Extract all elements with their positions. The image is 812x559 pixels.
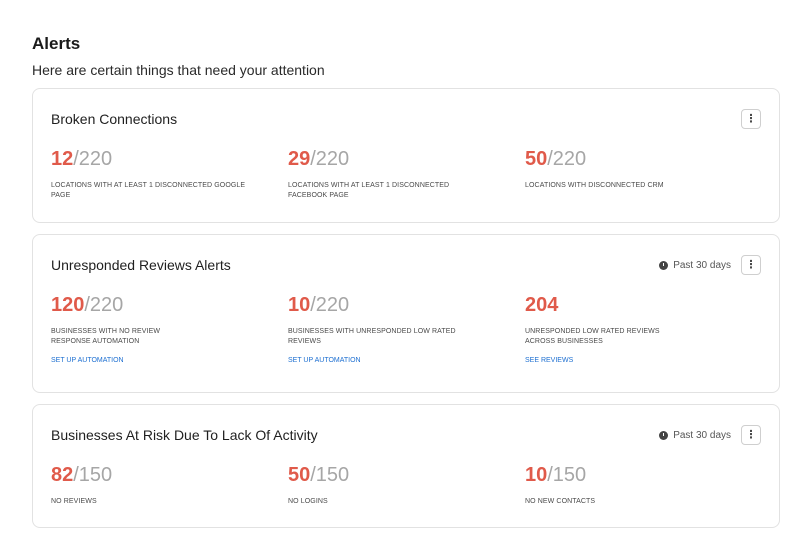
metric-crm-disconnected: 50/220 LOCATIONS WITH DISCONNECTED CRM: [525, 147, 725, 191]
metric-no-review-automation: 120/220 BUSINESSES WITH NO REVIEW RESPON…: [51, 293, 251, 367]
metric-no-logins: 50/150 NO LOGINS: [288, 463, 488, 507]
metric-value: 10/150: [525, 463, 725, 487]
see-reviews-link[interactable]: SEE REVIEWS: [525, 357, 573, 364]
more-options-button[interactable]: ⋮: [741, 109, 761, 129]
metric-count: 50: [525, 148, 548, 170]
clock-icon: [659, 430, 669, 440]
metric-value: 29/220: [288, 147, 488, 171]
metric-description: NO REVIEWS: [51, 498, 97, 505]
metric-count: 50: [288, 464, 311, 486]
metric-description: NO LOGINS: [288, 498, 328, 505]
card-title: Unresponded Reviews Alerts: [51, 257, 231, 273]
metric-count: 12: [51, 148, 74, 170]
metric-count: 29: [288, 148, 311, 170]
vertical-ellipsis-icon: ⋮: [745, 428, 757, 441]
metric-facebook-disconnected: 29/220 LOCATIONS WITH AT LEAST 1 DISCONN…: [288, 147, 488, 201]
page-title: Alerts: [32, 34, 81, 53]
metric-value: 82/150: [51, 463, 251, 487]
metric-unresponded-low-rated: 10/220 BUSINESSES WITH UNRESPONDED LOW R…: [288, 293, 488, 367]
card-title: Broken Connections: [51, 111, 178, 127]
period-label: Past 30 days: [673, 259, 731, 271]
metric-count: 82: [51, 464, 74, 486]
metric-description: BUSINESSES WITH NO REVIEW RESPONSE AUTOM…: [51, 328, 161, 345]
vertical-ellipsis-icon: ⋮: [745, 258, 757, 271]
more-options-button[interactable]: ⋮: [741, 255, 761, 275]
card-header: Broken Connections ⋮: [51, 107, 761, 131]
alerts-page: Alerts Here are certain things that need…: [0, 0, 812, 559]
metric-total: /220: [84, 294, 124, 316]
metric-total: /220: [310, 294, 350, 316]
metric-no-new-contacts: 10/150 NO NEW CONTACTS: [525, 463, 725, 507]
card-header: Unresponded Reviews Alerts Past 30 days …: [51, 253, 761, 277]
metric-value: 10/220: [288, 293, 488, 317]
metric-description: BUSINESSES WITH UNRESPONDED LOW RATED RE…: [288, 328, 456, 345]
period-label: Past 30 days: [673, 429, 731, 441]
metric-description: LOCATIONS WITH DISCONNECTED CRM: [525, 182, 664, 189]
metric-count: 120: [51, 294, 85, 316]
vertical-ellipsis-icon: ⋮: [745, 112, 757, 125]
metric-value: 204: [525, 293, 725, 317]
metric-description: UNRESPONDED LOW RATED REVIEWS ACROSS BUS…: [525, 328, 660, 345]
metric-description: NO NEW CONTACTS: [525, 498, 596, 505]
businesses-at-risk-card: Businesses At Risk Due To Lack Of Activi…: [32, 404, 780, 528]
metric-total: /150: [547, 464, 587, 486]
metric-count: 10: [525, 464, 548, 486]
broken-connections-card: Broken Connections ⋮ 12/220 LOCATIONS WI…: [32, 88, 780, 223]
metric-total: /220: [73, 148, 113, 170]
metric-total: /220: [547, 148, 587, 170]
metric-total: /150: [310, 464, 350, 486]
metric-low-rated-reviews: 204 UNRESPONDED LOW RATED REVIEWS ACROSS…: [525, 293, 725, 367]
metric-description: LOCATIONS WITH AT LEAST 1 DISCONNECTED G…: [51, 182, 246, 199]
clock-icon: [659, 260, 669, 270]
more-options-button[interactable]: ⋮: [741, 425, 761, 445]
metric-count: 10: [288, 294, 311, 316]
metric-google-disconnected: 12/220 LOCATIONS WITH AT LEAST 1 DISCONN…: [51, 147, 251, 201]
metric-value: 50/220: [525, 147, 725, 171]
page-subtitle: Here are certain things that need your a…: [32, 62, 325, 78]
period-filter[interactable]: Past 30 days: [659, 430, 731, 441]
metric-value: 50/150: [288, 463, 488, 487]
metric-value: 12/220: [51, 147, 251, 171]
metric-value: 120/220: [51, 293, 251, 317]
metric-total: /150: [73, 464, 113, 486]
card-title: Businesses At Risk Due To Lack Of Activi…: [51, 427, 318, 443]
unresponded-reviews-card: Unresponded Reviews Alerts Past 30 days …: [32, 234, 780, 393]
metric-description: LOCATIONS WITH AT LEAST 1 DISCONNECTED F…: [288, 182, 450, 199]
metric-total: /220: [310, 148, 350, 170]
metric-no-reviews: 82/150 NO REVIEWS: [51, 463, 251, 507]
period-filter[interactable]: Past 30 days: [659, 260, 731, 271]
card-header: Businesses At Risk Due To Lack Of Activi…: [51, 423, 761, 447]
set-up-automation-link[interactable]: SET UP AUTOMATION: [51, 357, 124, 364]
set-up-automation-link[interactable]: SET UP AUTOMATION: [288, 357, 361, 364]
metric-count: 204: [525, 294, 559, 316]
